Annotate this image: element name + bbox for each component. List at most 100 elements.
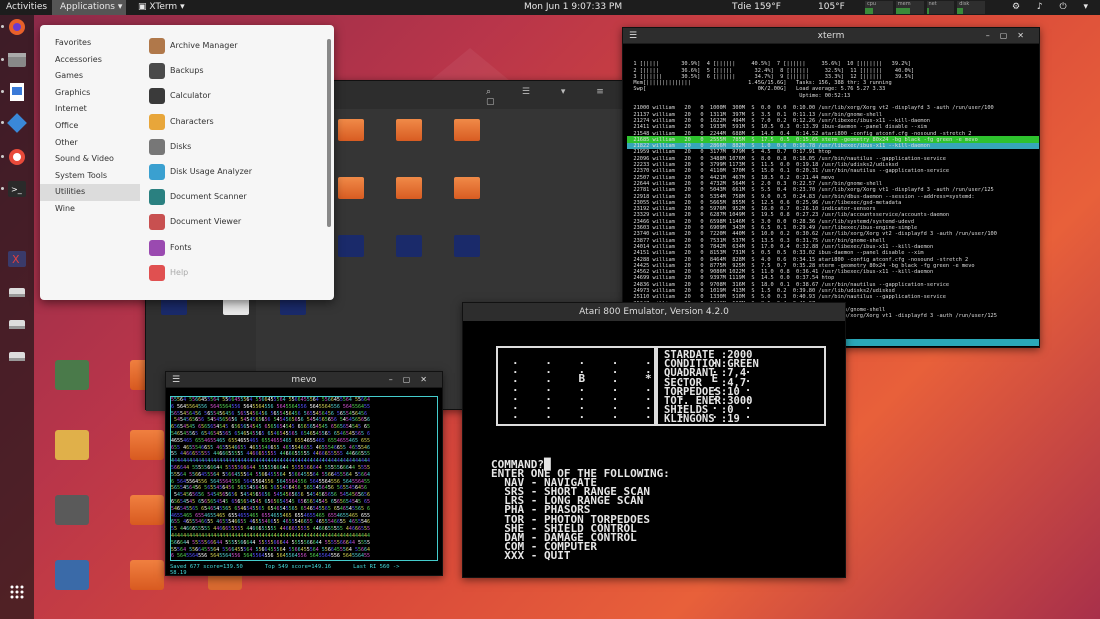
window-menu-icon[interactable]: ☰ bbox=[629, 28, 637, 44]
menu-category[interactable]: Utilities bbox=[40, 184, 140, 201]
menu-app-item[interactable]: Document Viewer bbox=[146, 211, 321, 236]
dock: >_ X bbox=[0, 15, 34, 619]
file-item[interactable] bbox=[439, 119, 495, 145]
file-item[interactable] bbox=[439, 235, 495, 261]
menu-app-label: Calculator bbox=[170, 91, 211, 101]
desktop-item[interactable] bbox=[37, 560, 107, 593]
menu-scrollbar[interactable] bbox=[327, 39, 331, 227]
system-monitor[interactable]: cpu mem net disk bbox=[865, 1, 985, 14]
menu-category[interactable]: Favorites bbox=[40, 35, 140, 52]
applications-label: Applications bbox=[60, 2, 115, 12]
file-icon bbox=[338, 177, 364, 199]
breadcrumb[interactable] bbox=[334, 87, 374, 103]
drive-icon[interactable] bbox=[6, 282, 28, 302]
menu-category[interactable]: Wine bbox=[40, 201, 140, 218]
monitor-label: mem bbox=[897, 1, 911, 7]
apps-grid-icon[interactable] bbox=[6, 582, 28, 602]
terminal-icon[interactable]: >_ bbox=[1, 179, 28, 199]
file-item[interactable] bbox=[381, 235, 437, 261]
files-toolbar-icons[interactable]: ⌕ ☰ ▾ ≡ ▢ bbox=[486, 87, 624, 107]
desktop-item[interactable] bbox=[37, 360, 107, 393]
sidebar-item[interactable] bbox=[146, 329, 256, 351]
window-controls[interactable]: –▢✕ bbox=[986, 28, 1034, 44]
app-icon bbox=[149, 38, 165, 54]
app-icon bbox=[149, 138, 165, 155]
menu-app-item[interactable]: Fonts bbox=[146, 237, 321, 262]
window-controls[interactable]: –▢✕ bbox=[389, 372, 437, 388]
sidebar-item[interactable] bbox=[146, 351, 256, 373]
monitor-disk[interactable]: disk bbox=[957, 1, 985, 14]
monitor-fill bbox=[895, 8, 910, 14]
desktop-icon bbox=[130, 430, 164, 460]
menu-app-label: Disks bbox=[170, 141, 192, 151]
menu-app-label: Fonts bbox=[170, 242, 192, 252]
app-icon bbox=[149, 63, 165, 80]
file-icon bbox=[338, 119, 364, 141]
menu-category[interactable]: Games bbox=[40, 68, 140, 85]
activities-button[interactable]: Activities bbox=[6, 0, 47, 15]
menu-app-label: Backups bbox=[170, 66, 204, 76]
writer-icon[interactable] bbox=[1, 82, 28, 102]
menu-app-item[interactable]: Disk Usage Analyzer bbox=[146, 161, 321, 186]
clock[interactable]: Mon Jun 1 9:07:33 PM bbox=[524, 0, 622, 15]
xterm-app-label: XTerm bbox=[149, 2, 178, 12]
mevo-status-item: Top 549 score=149.16 bbox=[264, 564, 332, 570]
menu-category[interactable]: Office bbox=[40, 118, 140, 135]
temp-readout: Tdie 159°F bbox=[732, 2, 781, 12]
menu-app-item[interactable]: Document Scanner bbox=[146, 186, 321, 211]
x-icon[interactable]: X bbox=[6, 249, 28, 269]
software-icon[interactable] bbox=[1, 113, 28, 133]
desktop-item[interactable] bbox=[37, 495, 107, 528]
menu-app-item[interactable]: Calculator bbox=[146, 85, 321, 110]
monitor-cpu[interactable]: cpu bbox=[865, 1, 893, 14]
applications-menu-button[interactable]: Applications ▾ bbox=[52, 0, 126, 15]
menu-category[interactable]: System Tools bbox=[40, 168, 140, 185]
xterm-titlebar[interactable]: ☰ xterm –▢✕ bbox=[623, 28, 1039, 44]
xterm-app-button[interactable]: ▣ XTerm ▾ bbox=[138, 0, 185, 15]
desktop-icon bbox=[130, 560, 164, 590]
monitor-label: disk bbox=[959, 1, 970, 7]
help-icon[interactable] bbox=[1, 147, 28, 167]
monitor-fill bbox=[957, 8, 963, 14]
menu-app-item[interactable]: Backups bbox=[146, 60, 321, 85]
menu-app-item[interactable]: Archive Manager bbox=[146, 35, 321, 60]
monitor-net[interactable]: net bbox=[926, 1, 955, 14]
command-list: COMMAND?█ ENTER ONE OF THE FOLLOWING: NA… bbox=[491, 458, 670, 562]
menu-category[interactable]: Sound & Video bbox=[40, 151, 140, 168]
mevo-titlebar[interactable]: ☰ mevo –▢✕ bbox=[166, 372, 442, 388]
menu-app-item[interactable]: Characters bbox=[146, 111, 321, 136]
system-tray-icons[interactable]: ⚙ ♪ ⏻ ▾ bbox=[1012, 0, 1095, 15]
monitor-mem[interactable]: mem bbox=[895, 1, 924, 14]
weather-readout: 105°F bbox=[818, 2, 845, 12]
menu-app-item[interactable]: Help bbox=[146, 262, 321, 287]
menu-app-label: Disk Usage Analyzer bbox=[170, 166, 253, 176]
monitor-fill bbox=[926, 8, 930, 14]
file-icon bbox=[454, 235, 480, 257]
drive-icon[interactable] bbox=[6, 346, 28, 366]
window-menu-icon[interactable]: ☰ bbox=[172, 372, 180, 388]
menu-category[interactable]: Accessories bbox=[40, 52, 140, 69]
drive-icon[interactable] bbox=[6, 314, 28, 334]
desktop-item[interactable] bbox=[37, 430, 107, 463]
svg-text:X: X bbox=[12, 253, 20, 266]
xterm-title: xterm bbox=[817, 31, 845, 41]
file-item[interactable] bbox=[381, 177, 437, 203]
mevo-window: ☰ mevo –▢✕ 55564 5566455564 5566455564 556… bbox=[165, 371, 443, 576]
file-icon bbox=[396, 119, 422, 141]
firefox-icon[interactable] bbox=[1, 17, 28, 37]
mevo-status: Saved 677 score=139.50 Top 549 score=149.… bbox=[170, 564, 438, 576]
mevo-grid[interactable]: 55564 5566455564 5566455564 5566455564 5… bbox=[170, 396, 438, 561]
files-icon[interactable] bbox=[1, 50, 28, 70]
file-item[interactable] bbox=[381, 119, 437, 145]
app-icon bbox=[149, 239, 165, 256]
atari-screen[interactable]: . . . . . . . . . . . . . . . . . . B . … bbox=[463, 321, 847, 579]
file-item[interactable] bbox=[439, 177, 495, 203]
menu-category[interactable]: Graphics bbox=[40, 85, 140, 102]
menu-category[interactable]: Internet bbox=[40, 101, 140, 118]
menu-category[interactable]: Other bbox=[40, 135, 140, 152]
atari-titlebar[interactable]: Atari 800 Emulator, Version 4.2.0 bbox=[463, 303, 845, 321]
menu-apps: Archive Manager Backups Calculator Characte… bbox=[146, 35, 321, 287]
menu-app-item[interactable]: Disks bbox=[146, 136, 321, 161]
desktop-icon bbox=[55, 430, 89, 460]
app-icon bbox=[149, 88, 165, 105]
